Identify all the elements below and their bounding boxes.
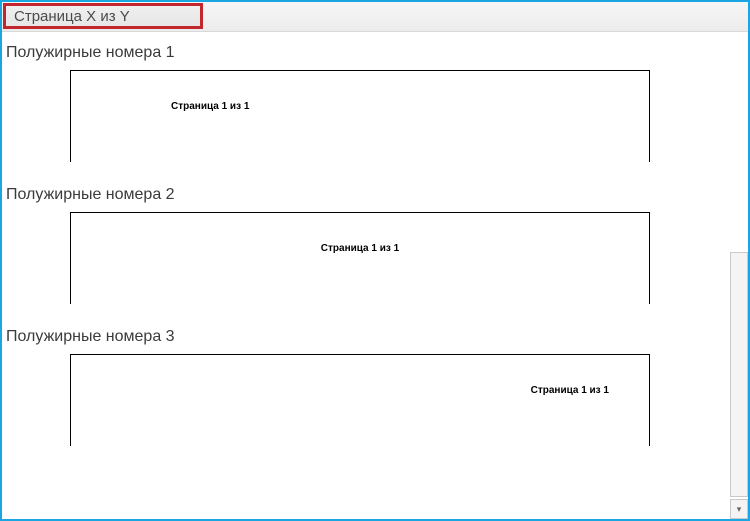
preview-page-text: Страница 1 из 1: [171, 101, 249, 112]
section-title: Страница X из Y: [3, 3, 203, 29]
option-preview: Страница 1 из 1: [70, 354, 650, 446]
option-title: Полужирные номера 2: [2, 180, 722, 212]
section-title-text: Страница X из Y: [14, 8, 130, 25]
option-title: Полужирные номера 3: [2, 322, 722, 354]
gallery-header: Страница X из Y: [2, 2, 748, 32]
preview-page-text: Страница 1 из 1: [321, 243, 399, 254]
option-preview: Страница 1 из 1: [70, 70, 650, 162]
gallery-option[interactable]: Полужирные номера 3 Страница 1 из 1: [2, 316, 722, 458]
scrollbar-down-button[interactable]: ▾: [730, 499, 748, 519]
gallery-content: Полужирные номера 1 Страница 1 из 1 Полу…: [2, 32, 722, 519]
scrollbar[interactable]: ▾: [726, 32, 748, 519]
chevron-down-icon: ▾: [737, 504, 742, 515]
gallery-option[interactable]: Полужирные номера 2 Страница 1 из 1: [2, 174, 722, 316]
scrollbar-track[interactable]: [730, 252, 748, 497]
gallery-option[interactable]: Полужирные номера 1 Страница 1 из 1: [2, 32, 722, 174]
option-title: Полужирные номера 1: [2, 38, 722, 70]
option-preview: Страница 1 из 1: [70, 212, 650, 304]
preview-page-text: Страница 1 из 1: [531, 385, 609, 396]
